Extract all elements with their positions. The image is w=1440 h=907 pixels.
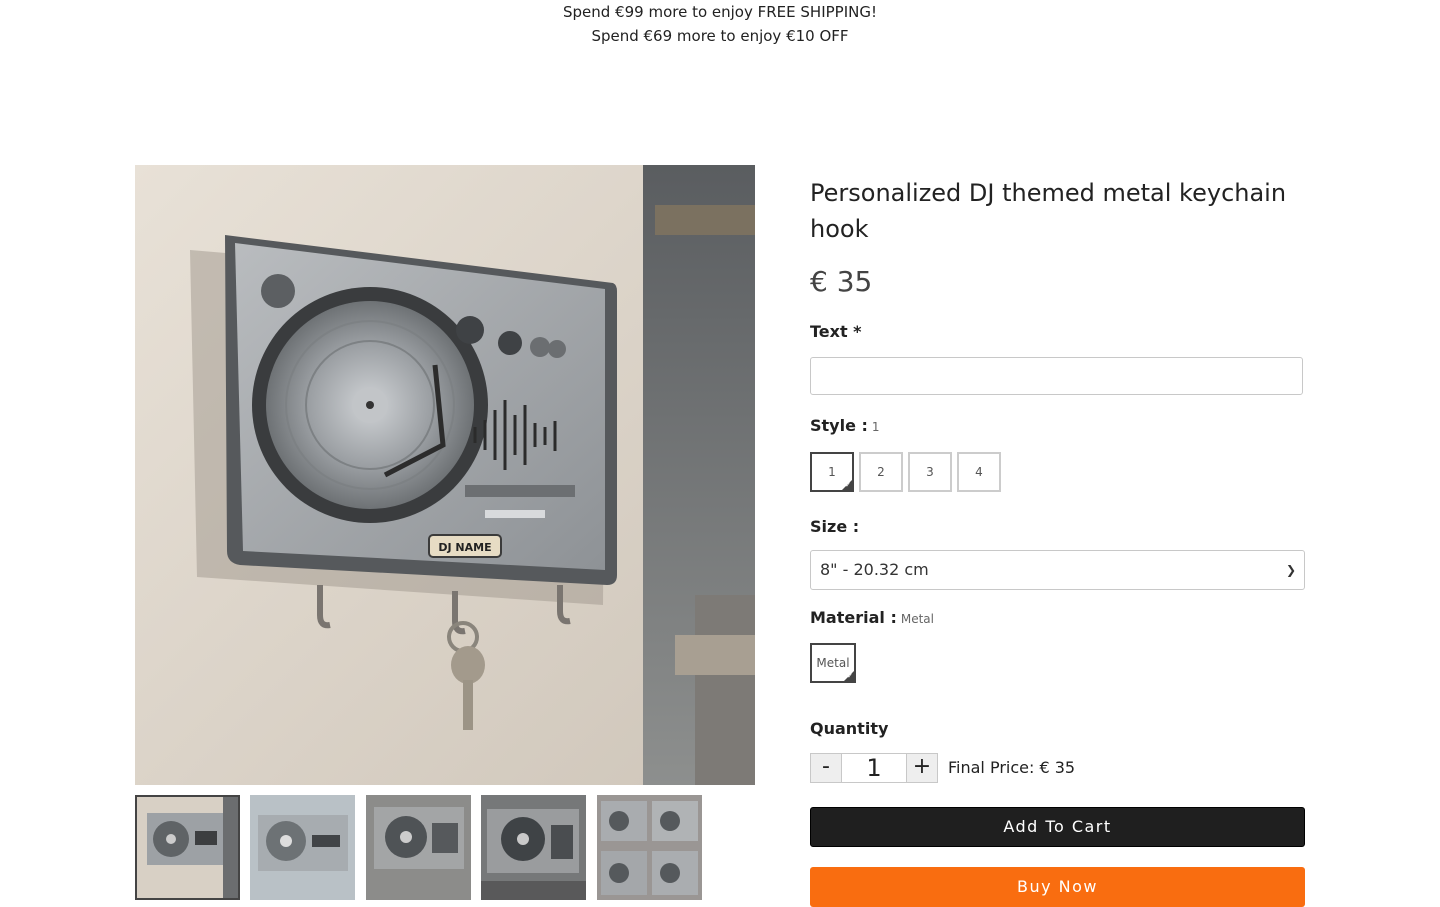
thumbnail-2[interactable]	[250, 795, 355, 900]
material-swatch-metal[interactable]: Metal ✓	[810, 643, 856, 683]
style-swatch-2[interactable]: 2	[859, 452, 903, 492]
style-swatch-label: 1	[828, 465, 836, 479]
quantity-increase-button[interactable]: +	[906, 753, 938, 783]
quantity-label: Quantity	[810, 719, 889, 738]
product-title: Personalized DJ themed metal keychain ho…	[810, 179, 1287, 243]
thumbnail-3[interactable]	[366, 795, 471, 900]
style-option-label: Style :1	[810, 416, 880, 435]
material-label-text: Material :	[810, 608, 897, 627]
style-swatch-label: 4	[975, 465, 983, 479]
material-selected-value: Metal	[900, 612, 934, 626]
thumbnail-4[interactable]	[481, 795, 586, 900]
style-swatch-1[interactable]: 1 ✓	[810, 452, 854, 492]
chevron-down-icon: ❯	[1285, 563, 1296, 577]
promo-discount-text: Spend €69 more to enjoy €10 OFF	[591, 27, 849, 45]
text-option-label: Text *	[810, 322, 862, 341]
promo-shipping-text: Spend €99 more to enjoy FREE SHIPPING!	[562, 3, 877, 21]
style-selected-value: 1	[871, 420, 880, 434]
promo-banner: Spend €99 more to enjoy FREE SHIPPING! S…	[0, 0, 1440, 48]
buy-now-button[interactable]: Buy Now	[810, 867, 1305, 907]
style-swatch-4[interactable]: 4	[957, 452, 1001, 492]
thumbnail-gallery	[135, 795, 755, 900]
quantity-input[interactable]: 1	[842, 753, 906, 783]
quantity-decrease-button[interactable]: -	[810, 753, 842, 783]
main-product-image[interactable]: DJ NAME	[135, 165, 755, 785]
material-swatch-label: Metal	[816, 656, 850, 670]
checkmark-icon: ✓	[847, 672, 853, 680]
style-swatch-3[interactable]: 3	[908, 452, 952, 492]
checkmark-icon: ✓	[845, 481, 851, 489]
style-swatch-label: 3	[926, 465, 934, 479]
thumbnail-1[interactable]	[135, 795, 240, 900]
final-price: Final Price: € 35	[948, 758, 1076, 777]
thumbnail-5[interactable]	[597, 795, 702, 900]
style-label-text: Style :	[810, 416, 868, 435]
product-price: € 35	[810, 265, 873, 298]
add-to-cart-button[interactable]: Add To Cart	[810, 807, 1305, 847]
material-option-label: Material : Metal	[810, 608, 934, 627]
size-option-label: Size :	[810, 517, 860, 536]
size-select[interactable]: 8" - 20.32 cm ❯	[810, 550, 1305, 590]
text-input[interactable]	[810, 357, 1303, 395]
size-selected-value: 8" - 20.32 cm	[820, 560, 929, 579]
nameplate-text: DJ NAME	[438, 541, 491, 554]
style-swatch-label: 2	[877, 465, 885, 479]
